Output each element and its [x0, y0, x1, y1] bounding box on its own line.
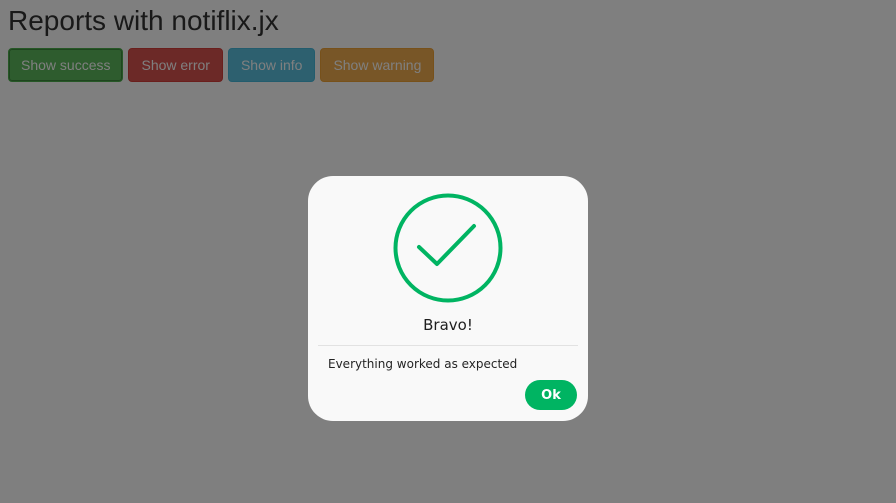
success-report-dialog: Bravo! Everything worked as expected Ok	[308, 176, 588, 421]
report-divider	[318, 345, 578, 346]
check-circle-icon	[393, 193, 503, 303]
report-title: Bravo!	[423, 316, 473, 334]
report-message: Everything worked as expected	[328, 357, 518, 371]
ok-button[interactable]: Ok	[525, 380, 577, 410]
